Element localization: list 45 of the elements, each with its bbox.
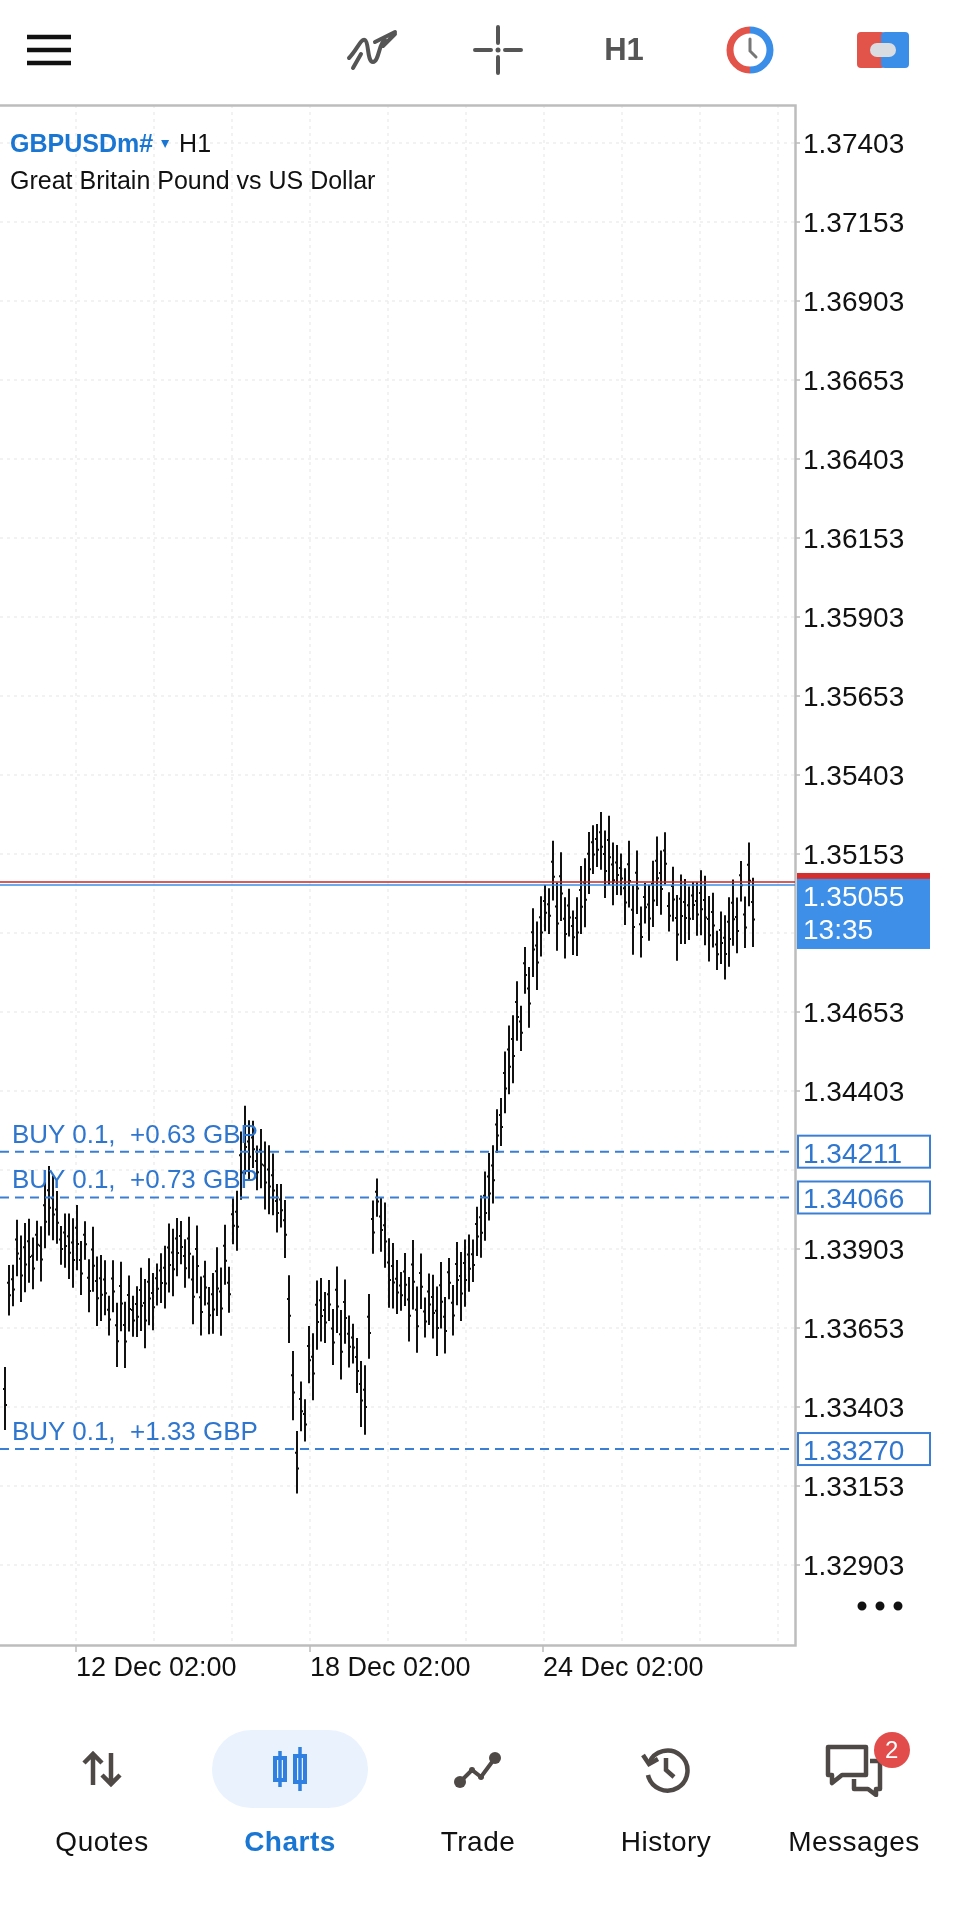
chart-timeframe: H1 [179,129,212,157]
price-axis-label: 1.33653 [803,1313,905,1344]
price-axis-label: 1.34653 [803,997,905,1028]
symbol-selector[interactable]: GBPUSDm# [10,129,154,157]
order-label: BUY 0.1, +1.33 GBP [12,1416,258,1447]
time-axis-label: 18 Dec 02:00 [310,1652,471,1682]
price-axis-label: 1.37153 [803,207,905,238]
price-axis-label: 1.35403 [803,760,905,791]
more-icon[interactable] [857,1601,903,1611]
price-axis-label: 1.35903 [803,602,905,633]
toggle-icon [857,32,909,68]
price-axis-label: 1.33903 [803,1234,905,1265]
timeframe-button[interactable]: H1 [592,25,656,75]
clock-icon [725,25,775,75]
nav-tab[interactable]: History [572,1730,760,1920]
price-axis-label: 1.36403 [803,444,905,475]
candlestick-icon [270,1745,310,1793]
price-axis-label: 1.32903 [803,1550,905,1581]
wave-icon [345,28,399,72]
unread-badge: 2 [874,1732,910,1768]
bar-timer: 13:35 [803,913,874,945]
price-axis-label: 1.33403 [803,1392,905,1423]
price-axis-label: 1.36653 [803,365,905,396]
line-chart-icon [452,1749,504,1789]
price-axis-label: 1.35653 [803,681,905,712]
price-axis-label: 1.37403 [803,128,905,159]
nav-tab[interactable]: Quotes [8,1730,196,1920]
crosshair-icon [473,25,523,75]
nav-tab[interactable]: Charts [196,1730,384,1920]
price-axis-label: 1.33153 [803,1471,905,1502]
order-price-tag: 1.33270 [797,1432,931,1467]
time-axis-label: 24 Dec 02:00 [543,1652,704,1682]
nav-tab[interactable]: Trade [384,1730,572,1920]
price-axis-label: 1.36153 [803,523,905,554]
nav-tab[interactable]: 2 Messages [760,1730,948,1920]
price-axis-label: 1.34403 [803,1076,905,1107]
up-down-arrows-icon [80,1749,124,1789]
symbol-description: Great Britain Pound vs US Dollar [10,166,376,194]
price-axis-label: 1.35153 [803,839,905,870]
order-price-tag: 1.34211 [797,1134,931,1169]
time-axis-label: 12 Dec 02:00 [76,1652,237,1682]
dropdown-icon[interactable] [161,140,170,148]
price-axis-label: 1.36903 [803,286,905,317]
current-price: 1.35055 [803,880,905,912]
order-price-tag: 1.34066 [797,1180,931,1215]
